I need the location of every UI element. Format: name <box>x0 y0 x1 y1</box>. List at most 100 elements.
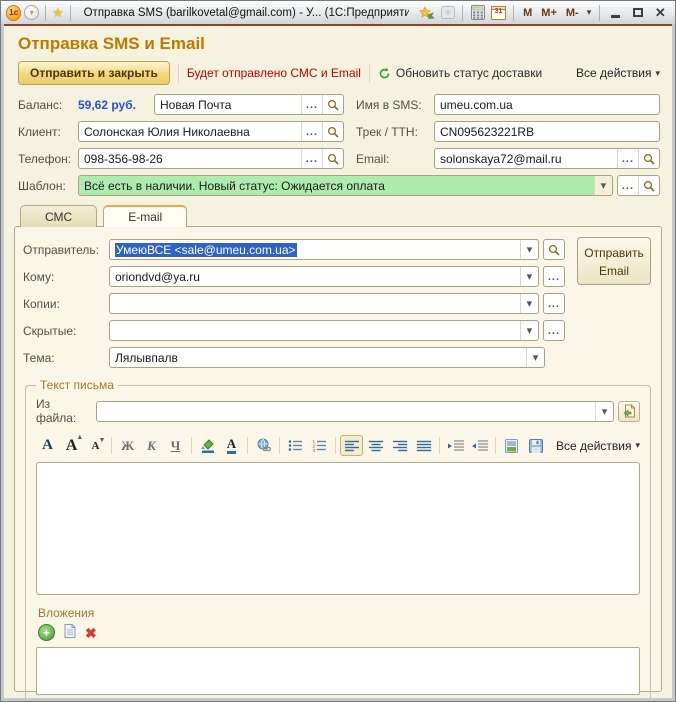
underline-button[interactable]: Ч <box>164 435 187 456</box>
font-color-button[interactable]: A <box>220 435 243 456</box>
chevron-down-icon: ▾ <box>635 440 640 451</box>
add-favorite-icon[interactable] <box>419 5 436 21</box>
bcc-ellipsis-button[interactable]: ... <box>544 321 564 340</box>
titlebar-divider <box>462 5 463 21</box>
add-attachment-button[interactable]: + <box>38 624 55 641</box>
track-field-group <box>434 121 660 142</box>
decrease-indent-button[interactable] <box>468 435 491 456</box>
send-and-close-button[interactable]: Отправить и закрыть <box>18 61 170 85</box>
email-magnifier-button[interactable] <box>638 149 659 168</box>
phone-label: Телефон: <box>18 152 74 166</box>
template-label: Шаблон: <box>18 179 74 193</box>
bold-button[interactable]: Ж <box>116 435 139 456</box>
calendar-icon[interactable]: 31 <box>490 5 507 21</box>
client-magnifier-button[interactable] <box>322 122 343 141</box>
title-bar: 1с ▾ ★ Отправка SMS (barilkovetal@gmail.… <box>1 1 675 24</box>
template-input[interactable] <box>79 176 594 195</box>
font-color-glyph: A <box>227 437 236 454</box>
sender-input[interactable]: УмеюВСЕ <sale@umeu.com.ua> <box>110 240 520 259</box>
post-service-ellipsis-button[interactable]: ... <box>301 95 322 114</box>
phone-ellipsis-button[interactable]: ... <box>301 149 322 168</box>
client-ellipsis-button[interactable]: ... <box>301 122 322 141</box>
system-menu-dropdown-icon[interactable]: ▾ <box>24 5 39 20</box>
bullet-list-button[interactable] <box>284 435 307 456</box>
attachments-list[interactable] <box>36 647 640 695</box>
post-service-magnifier-button[interactable] <box>322 95 343 114</box>
picture-icon <box>505 439 518 453</box>
subject-field-group: ▾ <box>109 347 545 368</box>
align-center-button[interactable] <box>364 435 387 456</box>
will-send-note: Будет отправлено СМС и Email <box>187 66 361 80</box>
align-left-button[interactable] <box>340 435 363 456</box>
numbered-list-icon: 123 <box>312 439 327 452</box>
header-fields: Баланс: 59,62 руб. ... Имя в SMS: Клиент… <box>12 94 664 169</box>
toolbar-overflow-icon[interactable]: ▾ <box>585 7 594 18</box>
favorites-star-icon[interactable]: ★ <box>52 6 64 19</box>
insert-picture-button[interactable] <box>500 435 523 456</box>
email-input[interactable] <box>435 149 617 168</box>
save-text-button[interactable] <box>524 435 547 456</box>
choose-file-button[interactable] <box>618 401 640 422</box>
cc-dropdown-button[interactable]: ▾ <box>520 294 538 313</box>
email-body-textarea[interactable] <box>36 462 640 595</box>
to-input[interactable] <box>110 267 520 286</box>
decrease-font-button[interactable]: A▼ <box>84 435 107 456</box>
numbered-list-button[interactable]: 123 <box>308 435 331 456</box>
send-email-button[interactable]: Отправить Email <box>577 237 651 285</box>
to-ellipsis-button[interactable]: ... <box>544 267 564 286</box>
open-attachment-button[interactable] <box>64 624 76 641</box>
from-file-input[interactable] <box>97 402 595 421</box>
track-input[interactable] <box>435 122 659 141</box>
tab-sms[interactable]: СМС <box>20 205 97 227</box>
phone-magnifier-button[interactable] <box>322 149 343 168</box>
font-bigger-glyph: A▲ <box>66 437 78 455</box>
template-ellipsis-button[interactable]: ... <box>618 176 638 195</box>
subject-dropdown-button[interactable]: ▾ <box>526 348 544 367</box>
to-dropdown-button[interactable]: ▾ <box>520 267 538 286</box>
post-service-input[interactable] <box>155 95 301 114</box>
cc-input[interactable] <box>110 294 520 313</box>
hyperlink-button[interactable] <box>252 435 275 456</box>
sms-name-field-group <box>434 94 660 115</box>
template-magnifier-button[interactable] <box>638 176 659 195</box>
justify-button[interactable] <box>412 435 435 456</box>
from-file-dropdown-button[interactable]: ▾ <box>595 402 613 421</box>
all-actions-button[interactable]: Все действия ▾ <box>576 66 660 80</box>
close-button[interactable]: ✕ <box>651 5 670 21</box>
delete-attachment-button[interactable]: ✖ <box>85 626 97 640</box>
align-right-button[interactable] <box>388 435 411 456</box>
maximize-button[interactable] <box>628 5 647 21</box>
client-input[interactable] <box>79 122 301 141</box>
tab-email[interactable]: E-mail <box>103 205 187 227</box>
font-select-button[interactable]: A <box>36 435 59 456</box>
cc-ellipsis-button[interactable]: ... <box>544 294 564 313</box>
attachments-toolbar: + ✖ <box>38 624 640 641</box>
editor-all-actions-button[interactable]: Все действия ▾ <box>556 439 640 453</box>
memory-m-button[interactable]: M <box>520 7 535 19</box>
subject-input[interactable] <box>110 348 526 367</box>
sender-dropdown-button[interactable]: ▾ <box>520 240 538 259</box>
bcc-dropdown-button[interactable]: ▾ <box>520 321 538 340</box>
memory-m-minus-button[interactable]: M- <box>563 7 582 19</box>
cc-ellipsis-group: ... <box>543 293 565 314</box>
increase-font-button[interactable]: A▲ <box>60 435 83 456</box>
sms-name-input[interactable] <box>435 95 659 114</box>
background-color-button[interactable] <box>196 435 219 456</box>
refresh-delivery-status-button[interactable]: Обновить статус доставки <box>378 66 542 80</box>
minimize-button[interactable] <box>606 5 625 21</box>
calculator-icon[interactable] <box>469 5 486 21</box>
cc-field-group: ▾ <box>109 293 539 314</box>
email-ellipsis-button[interactable]: ... <box>617 149 638 168</box>
app-logo-1c-icon: 1с <box>6 5 21 21</box>
memory-m-plus-button[interactable]: M+ <box>538 7 560 19</box>
sender-magnifier-group <box>543 239 565 260</box>
titlebar-divider <box>45 5 46 21</box>
increase-indent-button[interactable] <box>444 435 467 456</box>
italic-button[interactable]: К <box>140 435 163 456</box>
sender-magnifier-button[interactable] <box>544 240 564 259</box>
refresh-label: Обновить статус доставки <box>396 66 542 80</box>
bcc-input[interactable] <box>110 321 520 340</box>
phone-row: Телефон: ... <box>18 148 344 169</box>
phone-input[interactable] <box>79 149 301 168</box>
template-dropdown-button[interactable]: ▾ <box>594 176 612 195</box>
